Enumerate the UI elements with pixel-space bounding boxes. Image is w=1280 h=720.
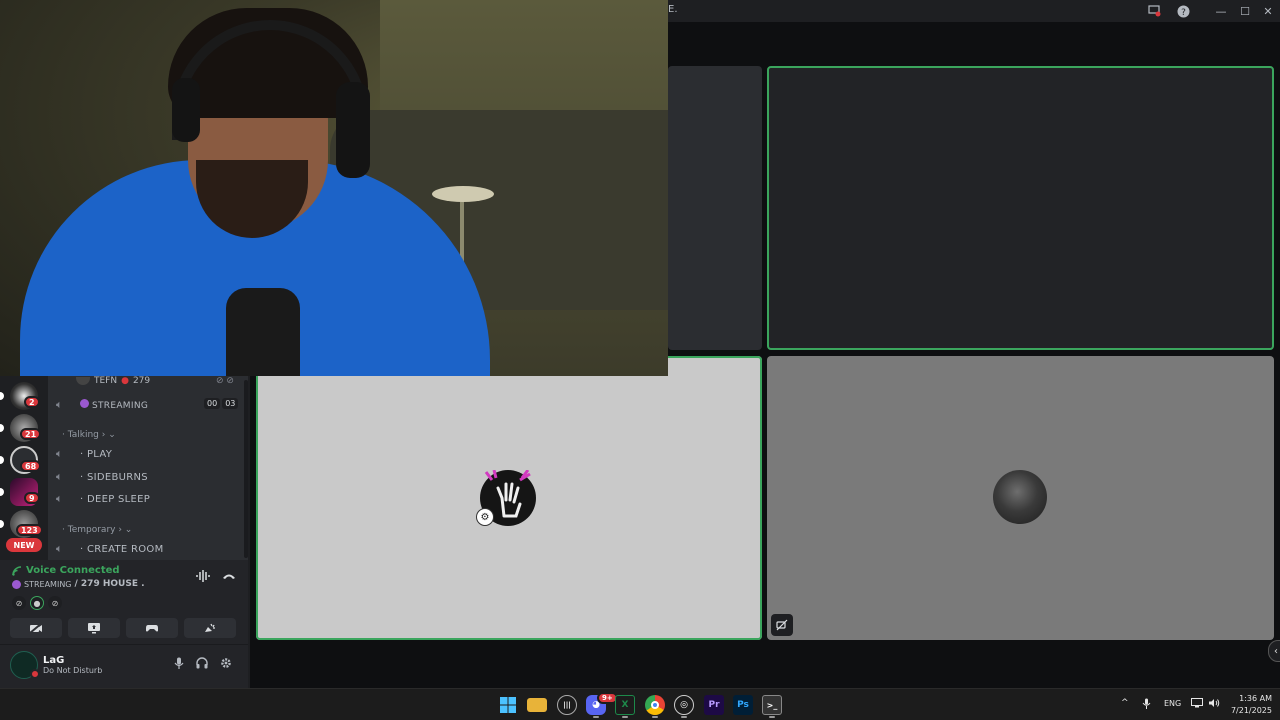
microphone-icon[interactable] <box>174 657 184 672</box>
user-name[interactable]: LaG <box>43 655 64 666</box>
user-panel: LaG Do Not Disturb <box>0 644 250 688</box>
tray-chevron-icon[interactable]: ^ <box>1121 698 1129 708</box>
noise-suppression-icon[interactable] <box>196 570 210 585</box>
headphones-icon[interactable] <box>196 657 208 672</box>
user-avatar-hand: ⚙ <box>476 470 536 526</box>
channel-name: STREAMING <box>92 401 149 411</box>
live-dot-icon: ● <box>121 376 129 386</box>
video-tile-partial[interactable] <box>668 66 762 350</box>
camera-off-button[interactable] <box>10 618 62 638</box>
clock-time: 1:36 AM <box>1239 694 1272 703</box>
screen: E. ? — ☐ ✕ ⚙ ‹ 2 21 68 9 123 NEW TEFN ● … <box>0 0 1280 720</box>
emblem-icon: ⚙ <box>476 508 494 526</box>
server-badge-1: 2 <box>24 396 40 408</box>
server-badge-4: 9 <box>24 492 40 504</box>
file-explorer-icon[interactable] <box>527 698 547 712</box>
voice-channel-info[interactable]: STREAMING / 279 HOUSE . <box>12 579 145 589</box>
svg-text:?: ? <box>1181 8 1186 18</box>
volume-icon[interactable] <box>1208 698 1220 711</box>
video-tile-user-hand[interactable]: ⚙ <box>256 356 762 640</box>
windows-start-icon[interactable] <box>498 695 518 715</box>
speaker-icon: 🔈︎ <box>56 470 63 483</box>
terminal-icon[interactable]: >_ <box>762 695 782 715</box>
channel-sideburns[interactable]: 🔈︎ · SIDEBURNS <box>56 467 148 487</box>
screen-share-icon[interactable] <box>1146 3 1162 19</box>
deafened-icons: ⊘ ⊘ <box>216 376 234 386</box>
share-screen-button[interactable] <box>68 618 120 638</box>
channel-deep-sleep[interactable]: 🔈︎ · DEEP SLEEP <box>56 489 150 509</box>
channel-name: PLAY <box>86 448 113 460</box>
excel-icon[interactable]: X <box>615 695 635 715</box>
app-icon-gallery[interactable]: ||| <box>557 695 577 715</box>
user-avatar-photo <box>993 470 1047 524</box>
network-icon[interactable] <box>1191 698 1203 711</box>
disconnect-icon[interactable] <box>222 570 236 585</box>
channel-name: SIDEBURNS <box>86 471 148 483</box>
hide-video-icon[interactable] <box>771 614 793 636</box>
video-tile-speaking-top[interactable] <box>767 66 1274 350</box>
maximize-icon[interactable]: ☐ <box>1237 3 1253 19</box>
obs-icon[interactable]: ◎ <box>674 695 694 715</box>
speaker-icon: 🔈︎ <box>56 398 63 411</box>
speaker-icon: 🔈︎ <box>56 447 63 460</box>
channel-name: CREATE ROOM <box>86 543 164 555</box>
window-title: E. <box>668 4 678 15</box>
server-indicator <box>0 456 4 464</box>
voice-connected-status[interactable]: Voice Connected <box>12 565 120 576</box>
voice-panel: Voice Connected STREAMING / 279 HOUSE . … <box>0 560 250 644</box>
close-icon[interactable]: ✕ <box>1260 3 1276 19</box>
counter-current: 00 <box>204 398 221 409</box>
video-tile-user-photo[interactable] <box>767 356 1274 640</box>
channel-play[interactable]: 🔈︎ · PLAY <box>56 444 112 464</box>
channel-streaming[interactable]: 🔈︎ STREAMING <box>56 395 148 415</box>
channel-list: TEFN ● 279 ⊘ ⊘ 🔈︎ STREAMING 00 03 · Talk… <box>48 376 250 560</box>
dnd-status-icon <box>30 669 40 679</box>
category-temporary[interactable]: · Temporary › ⌄ <box>62 525 132 535</box>
language-indicator[interactable]: ENG <box>1164 699 1181 708</box>
collapse-chevron-icon[interactable]: ‹ <box>1268 640 1280 662</box>
clock-date: 7/21/2025 <box>1230 706 1272 715</box>
category-talking[interactable]: · Talking › ⌄ <box>62 430 116 440</box>
muted-user-icon: ⊘ <box>48 596 62 610</box>
signal-icon <box>12 565 22 576</box>
system-clock[interactable]: 1:36 AM 7/21/2025 <box>1222 693 1272 717</box>
server-badge-5: 123 <box>16 524 43 536</box>
tray-mic-icon[interactable] <box>1142 698 1151 712</box>
taskbar: ||| ◕ 9+ X ◎ Pr Ps >_ ^ ENG 1:36 AM 7/21… <box>0 688 1280 720</box>
chrome-icon[interactable] <box>645 695 665 715</box>
user-status: Do Not Disturb <box>43 666 103 675</box>
soundboard-button[interactable] <box>184 618 236 638</box>
minimize-icon[interactable]: — <box>1213 3 1229 19</box>
new-badge[interactable]: NEW <box>6 538 42 552</box>
webcam-overlay <box>0 0 668 376</box>
speaker-icon: 🔈︎ <box>56 542 63 555</box>
settings-gear-icon[interactable] <box>220 657 232 672</box>
speaker-icon: 🔈︎ <box>56 492 63 505</box>
streaming-dot-icon <box>12 579 21 589</box>
server-indicator <box>0 392 4 400</box>
streaming-dot-icon <box>80 399 89 408</box>
user-avatar-mini: ● <box>30 596 44 610</box>
help-icon[interactable]: ? <box>1175 3 1191 19</box>
server-indicator <box>0 520 4 528</box>
muted-user-icon: ⊘ <box>12 596 26 610</box>
server-badge-3: 68 <box>20 460 42 472</box>
counter-limit: 03 <box>222 398 239 409</box>
channel-create-room[interactable]: 🔈︎ · CREATE ROOM <box>56 539 164 559</box>
photoshop-icon[interactable]: Ps <box>733 695 753 715</box>
voice-user-name: TEFN <box>94 376 118 386</box>
user-avatar-small <box>76 377 90 385</box>
voice-activity-icons: ⊘ ● ⊘ <box>12 596 62 610</box>
server-indicator <box>0 488 4 496</box>
activities-button[interactable] <box>126 618 178 638</box>
server-badge-2: 21 <box>20 428 42 440</box>
channel-user-counter: 00 03 <box>204 398 239 409</box>
premiere-icon[interactable]: Pr <box>704 695 724 715</box>
channel-name: DEEP SLEEP <box>86 493 151 505</box>
server-indicator <box>0 424 4 432</box>
voice-user-top[interactable]: TEFN ● 279 <box>76 376 150 386</box>
voice-user-count: 279 <box>132 376 151 386</box>
